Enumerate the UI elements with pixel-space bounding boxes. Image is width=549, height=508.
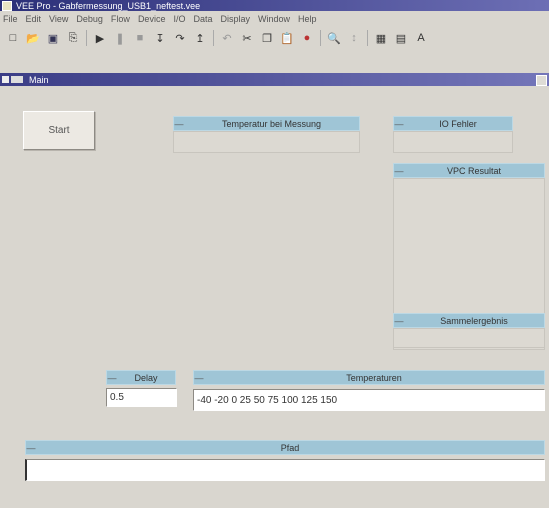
toolbar-separator [86, 30, 87, 46]
delay-input[interactable]: 0.5 [106, 388, 177, 407]
title-bar: VEE Pro - Gabfermessung_USB1_neftest.vee [0, 0, 549, 11]
new-icon[interactable]: □ [6, 31, 20, 45]
pfad-label: Pfad [280, 442, 300, 453]
toolbar-separator [320, 30, 321, 46]
menu-bar: File Edit View Debug Flow Device I/O Dat… [0, 12, 549, 26]
toolbar: □ 📂 ▣ ⎘ ▶ ❚ ■ ↧ ↷ ↥ ↶ ✂ ❐ 📋 ● 🔍 ↕ ▦ ▤ A [0, 27, 549, 49]
menu-display[interactable]: Display [220, 14, 250, 24]
menu-help[interactable]: Help [298, 14, 317, 24]
pfad-input[interactable] [25, 459, 545, 481]
io-fehler-label: IO Fehler [439, 118, 477, 129]
delay-label: Delay [134, 372, 158, 383]
layout-icon[interactable]: ▤ [394, 31, 408, 45]
menu-file[interactable]: File [3, 14, 18, 24]
vpc-resultat-label: VPC Resultat [446, 165, 502, 176]
menu-view[interactable]: View [49, 14, 68, 24]
temperaturen-header[interactable]: — Temperaturen [193, 370, 545, 385]
temperatur-messung-display: — Temperatur bei Messung [173, 116, 360, 153]
menu-device[interactable]: Device [138, 14, 166, 24]
vpc-resultat-header[interactable]: — VPC Resultat [393, 163, 545, 178]
stop-icon[interactable]: ■ [133, 31, 147, 45]
temperaturen-control: — Temperaturen -40 -20 0 25 50 75 100 12… [193, 370, 545, 411]
io-fehler-value [393, 131, 513, 153]
collapse-icon[interactable]: — [26, 443, 36, 453]
zoom-icon[interactable]: ↕ [347, 31, 361, 45]
step-into-icon[interactable]: ↧ [153, 31, 167, 45]
print-icon[interactable]: ⎘ [66, 31, 80, 45]
sammelergebnis-value [393, 328, 545, 348]
maximize-button[interactable] [536, 75, 547, 86]
pfad-header[interactable]: — Pfad [25, 440, 545, 455]
start-button[interactable]: Start [23, 111, 95, 150]
window-menu-icon[interactable] [2, 76, 9, 83]
open-icon[interactable]: 📂 [26, 31, 40, 45]
toolbar-separator [213, 30, 214, 46]
collapse-icon[interactable]: — [174, 119, 184, 129]
collapse-icon[interactable]: — [394, 316, 404, 326]
menu-flow[interactable]: Flow [111, 14, 130, 24]
main-window-title: Main [29, 74, 49, 85]
delay-header[interactable]: — Delay [106, 370, 176, 385]
pause-icon[interactable]: ❚ [113, 31, 127, 45]
sammelergebnis-display: — Sammelergebnis [393, 313, 545, 348]
collapse-icon[interactable]: — [194, 373, 204, 383]
app-icon [2, 0, 12, 11]
paste-icon[interactable]: 📋 [280, 31, 294, 45]
cut-icon[interactable]: ✂ [240, 31, 254, 45]
copy-icon[interactable]: ❐ [260, 31, 274, 45]
window-title: VEE Pro - Gabfermessung_USB1_neftest.vee [16, 0, 201, 11]
properties-icon[interactable]: ▦ [374, 31, 388, 45]
temperaturen-input[interactable]: -40 -20 0 25 50 75 100 125 150 [193, 389, 545, 411]
toolbar-separator [367, 30, 368, 46]
find-icon[interactable]: 🔍 [327, 31, 341, 45]
menu-debug[interactable]: Debug [76, 14, 103, 24]
temperatur-messung-value [173, 131, 360, 153]
io-fehler-display: — IO Fehler [393, 116, 513, 153]
panel-view-icon[interactable] [11, 76, 23, 83]
collapse-icon[interactable]: — [394, 119, 404, 129]
other-icon[interactable]: A [414, 31, 428, 45]
delay-control: — Delay 0.5 [106, 370, 177, 407]
sammelergebnis-label: Sammelergebnis [440, 315, 508, 326]
collapse-icon[interactable]: — [107, 373, 117, 383]
collapse-icon[interactable]: — [394, 166, 404, 176]
temperatur-messung-label: Temperatur bei Messung [221, 118, 322, 129]
temperaturen-label: Temperaturen [346, 372, 402, 383]
undo-icon[interactable]: ↶ [220, 31, 234, 45]
sammelergebnis-header[interactable]: — Sammelergebnis [393, 313, 545, 328]
menu-window[interactable]: Window [258, 14, 290, 24]
menu-data[interactable]: Data [193, 14, 212, 24]
step-over-icon[interactable]: ↷ [173, 31, 187, 45]
pfad-control: — Pfad [25, 440, 545, 481]
save-icon[interactable]: ▣ [46, 31, 60, 45]
run-icon[interactable]: ▶ [93, 31, 107, 45]
step-out-icon[interactable]: ↥ [193, 31, 207, 45]
record-icon[interactable]: ● [300, 31, 314, 45]
main-window-titlebar[interactable]: Main [0, 73, 549, 86]
io-fehler-header[interactable]: — IO Fehler [393, 116, 513, 131]
menu-io[interactable]: I/O [173, 14, 185, 24]
temperatur-messung-header[interactable]: — Temperatur bei Messung [173, 116, 360, 131]
menu-edit[interactable]: Edit [26, 14, 42, 24]
